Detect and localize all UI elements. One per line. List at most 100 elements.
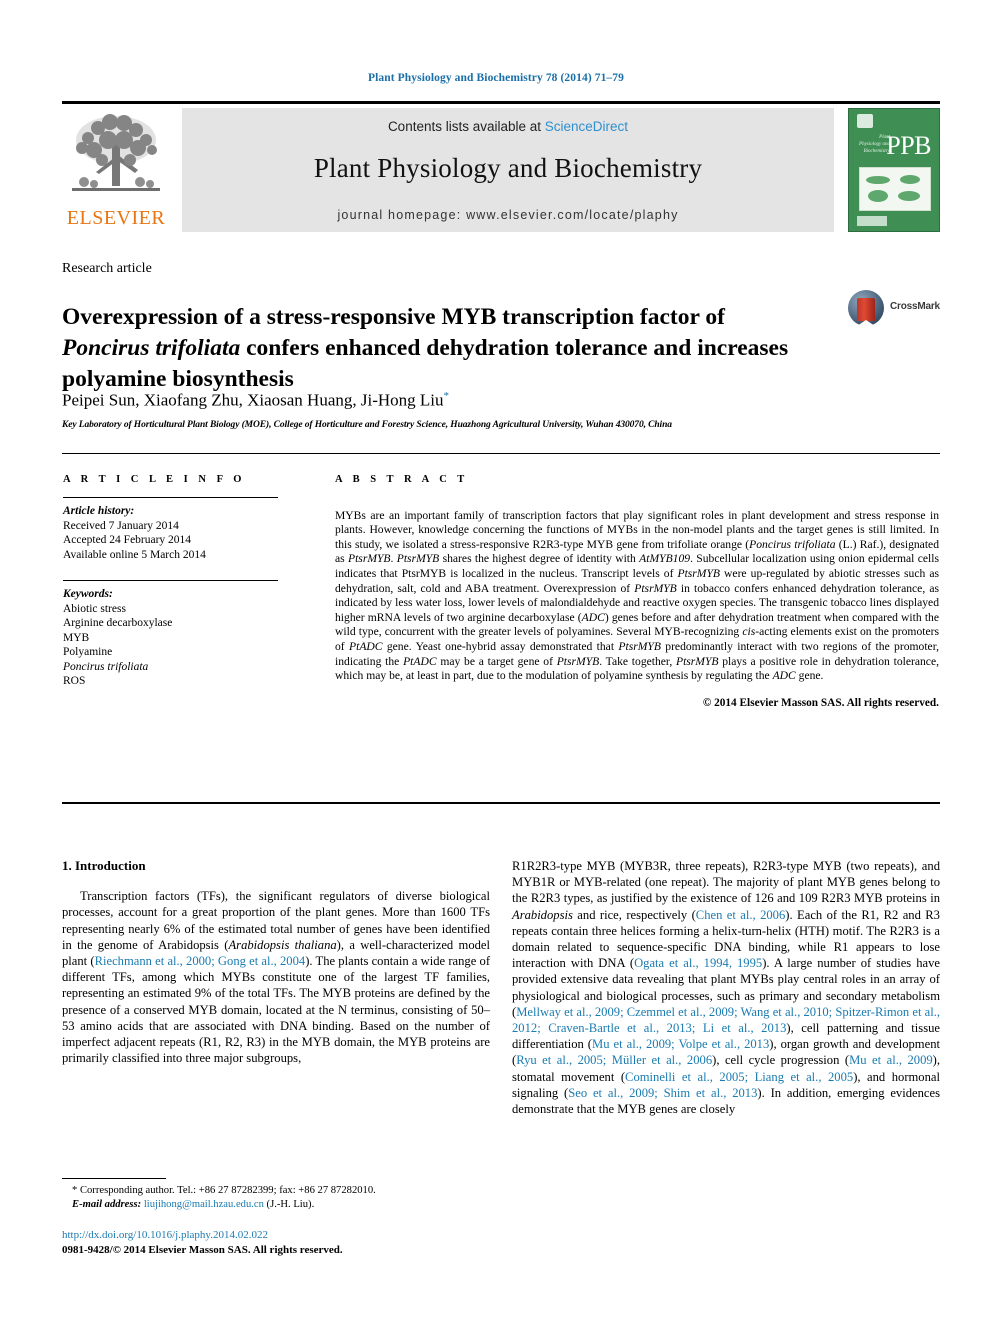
footnote-rule [62,1178,166,1179]
contents-line: Contents lists available at ScienceDirec… [182,119,834,134]
abs-gene: cis [742,625,756,639]
abs-gene: PtsrMYB [556,654,600,668]
intro-paragraph-left: Transcription factors (TFs), the signifi… [62,888,490,1066]
abstract-copyright: © 2014 Elsevier Masson SAS. All rights r… [702,696,939,709]
journal-masthead: ELSEVIER Contents lists available at Sci… [62,101,940,232]
abs-seg: may be a target gene of [436,654,557,668]
keyword-item: Polyamine [63,646,113,658]
contents-prefix: Contents lists available at [387,119,545,134]
abs-gene: PtADC [349,639,383,653]
keyword-item: ROS [63,675,86,687]
history-item: Received 7 January 2014 [63,519,179,532]
abs-gene: PtsrMYB [677,566,720,580]
body-column-right: R1R2R3-type MYB (MYB3R, three repeats), … [512,858,940,1117]
sciencedirect-link[interactable]: ScienceDirect [545,119,628,134]
citation-link[interactable]: Mu et al., 2009; Volpe et al., 2013 [592,1037,769,1051]
band-bottom-rule [62,802,940,804]
email-label: E-mail address: [72,1198,142,1210]
citation-link[interactable]: Cominelli et al., 2005; Liang et al., 20… [625,1070,853,1084]
citation-link[interactable]: Seo et al., 2009; Shim et al., 2013 [568,1086,757,1100]
title-species: Poncirus trifoliata [62,334,241,361]
elsevier-tree-icon [72,114,160,191]
info-rule-2 [63,580,278,581]
elsevier-logo: ELSEVIER [62,108,170,232]
abs-gene: ADC [772,669,796,683]
abs-gene: PtADC [403,654,437,668]
running-head: Plant Physiology and Biochemistry 78 (20… [368,72,624,84]
info-rule-1 [63,497,278,498]
abstract-column: MYBs are an important family of transcri… [335,497,939,710]
keyword-item: Arginine decarboxylase [63,617,173,629]
paper-page: Plant Physiology and Biochemistry 78 (20… [0,0,992,1323]
abstract-paragraph: MYBs are an important family of transcri… [335,509,939,684]
elsevier-wordmark: ELSEVIER [66,207,166,229]
intro-paragraph-right: R1R2R3-type MYB (MYB3R, three repeats), … [512,858,940,1117]
masthead-top-rule [62,101,940,104]
email-suffix: (J.-H. Liu). [263,1198,315,1210]
email-link[interactable]: liujihong@mail.hzau.edu.cn [144,1199,264,1210]
keyword-item: MYB [63,631,90,644]
issn-copyright: 0981-9428/© 2014 Elsevier Masson SAS. Al… [62,1243,343,1256]
abs-gene: AtMYB109 [639,552,691,566]
page-title: Overexpression of a stress-responsive MY… [62,302,802,395]
citation-link[interactable]: Riechmann et al., 2000; Gong et al., 200… [95,954,306,968]
doi-link[interactable]: http://dx.doi.org/10.1016/j.plaphy.2014.… [62,1228,490,1243]
abs-seg: gene. [795,669,824,683]
citation-link[interactable]: Mu et al., 2009 [849,1053,933,1067]
crossmark-badge[interactable]: CrossMark [848,288,940,328]
history-item: Available online 5 March 2014 [63,548,206,561]
body-seg: ), cell cycle progression ( [712,1053,850,1068]
article-info-heading: A R T I C L E I N F O [63,474,246,485]
corresponding-marker[interactable]: * [444,390,450,402]
footnote-email-line: E-mail address: liujihong@mail.hzau.edu.… [62,1198,490,1212]
article-type: Research article [62,261,152,276]
cover-elsevier-mark-icon [857,114,873,128]
cover-diagram-right [896,172,926,206]
journal-homepage[interactable]: journal homepage: www.elsevier.com/locat… [182,208,834,222]
abs-species: Poncirus trifoliata [749,537,836,551]
footnote-corresponding: * Corresponding author. Tel.: +86 27 872… [72,1185,376,1196]
doi-block: http://dx.doi.org/10.1016/j.plaphy.2014.… [62,1228,490,1257]
abs-gene: ADC [581,610,605,624]
body-seg: R1R2R3-type MYB (MYB3R, three repeats), … [512,859,940,906]
journal-title: Plant Physiology and Biochemistry [313,153,703,183]
abs-seg: shares the highest degree of identity wi… [439,552,640,566]
abs-gene: PtsrMYB [618,639,661,653]
body-italic: Arabidopsis thaliana [228,937,337,952]
crossmark-label: CrossMark [890,301,940,312]
band-top-rule [62,453,940,454]
corresponding-author-footnote: * Corresponding author. Tel.: +86 27 872… [62,1178,490,1211]
history-item: Accepted 24 February 2014 [63,534,192,546]
keyword-item: Poncirus trifoliata [63,660,149,673]
body-seg: ). The plants contain a wide range of di… [62,954,491,1066]
author-names: Peipei Sun, Xiaofang Zhu, Xiaosan Huang,… [62,390,444,410]
abs-gene: PtsrMYB [634,581,677,595]
abs-seg: . Take together, [599,654,676,668]
keyword-item: Abiotic stress [63,602,126,615]
crossmark-book-icon [857,298,875,326]
sciencedirect-banner: Contents lists available at ScienceDirec… [182,108,834,232]
cover-acronym: PPB [886,131,931,160]
body-seg: and rice, respectively ( [572,907,696,922]
journal-cover-thumbnail: Plant Physiology and Biochemistry PPB [848,108,940,232]
citation-link[interactable]: Chen et al., 2006 [696,908,785,922]
cover-footer-mark-icon [857,216,887,226]
abs-gene: PtsrMYB [675,654,719,668]
cover-subtitle: Plant Physiology and Biochemistry [859,135,890,154]
affiliation: Key Laboratory of Horticultural Plant Bi… [62,420,672,430]
citation-link[interactable]: Ogata et al., 1994, 1995 [634,956,762,970]
abs-seg: gene. Yeast one-hybrid assay demonstrate… [382,639,619,653]
citation-link[interactable]: Ryu et al., 2005; Müller et al., 2006 [516,1053,712,1067]
abs-gene: PtsrMYB [348,552,391,566]
article-history-label: Article history: [63,505,135,517]
abstract-heading: A B S T R A C T [335,474,469,485]
body-italic: Arabidopsis [512,907,573,922]
title-line-1: Overexpression of a stress-responsive MY… [62,303,725,330]
section-title-introduction: 1. Introduction [62,858,146,873]
crossmark-circle-icon [848,290,884,326]
cover-diagram-icon [859,167,931,211]
cover-diagram-left [864,172,894,206]
article-info-column: Article history: Received 7 January 2014… [63,497,298,689]
body-column-left: 1. Introduction Transcription factors (T… [62,858,490,1066]
